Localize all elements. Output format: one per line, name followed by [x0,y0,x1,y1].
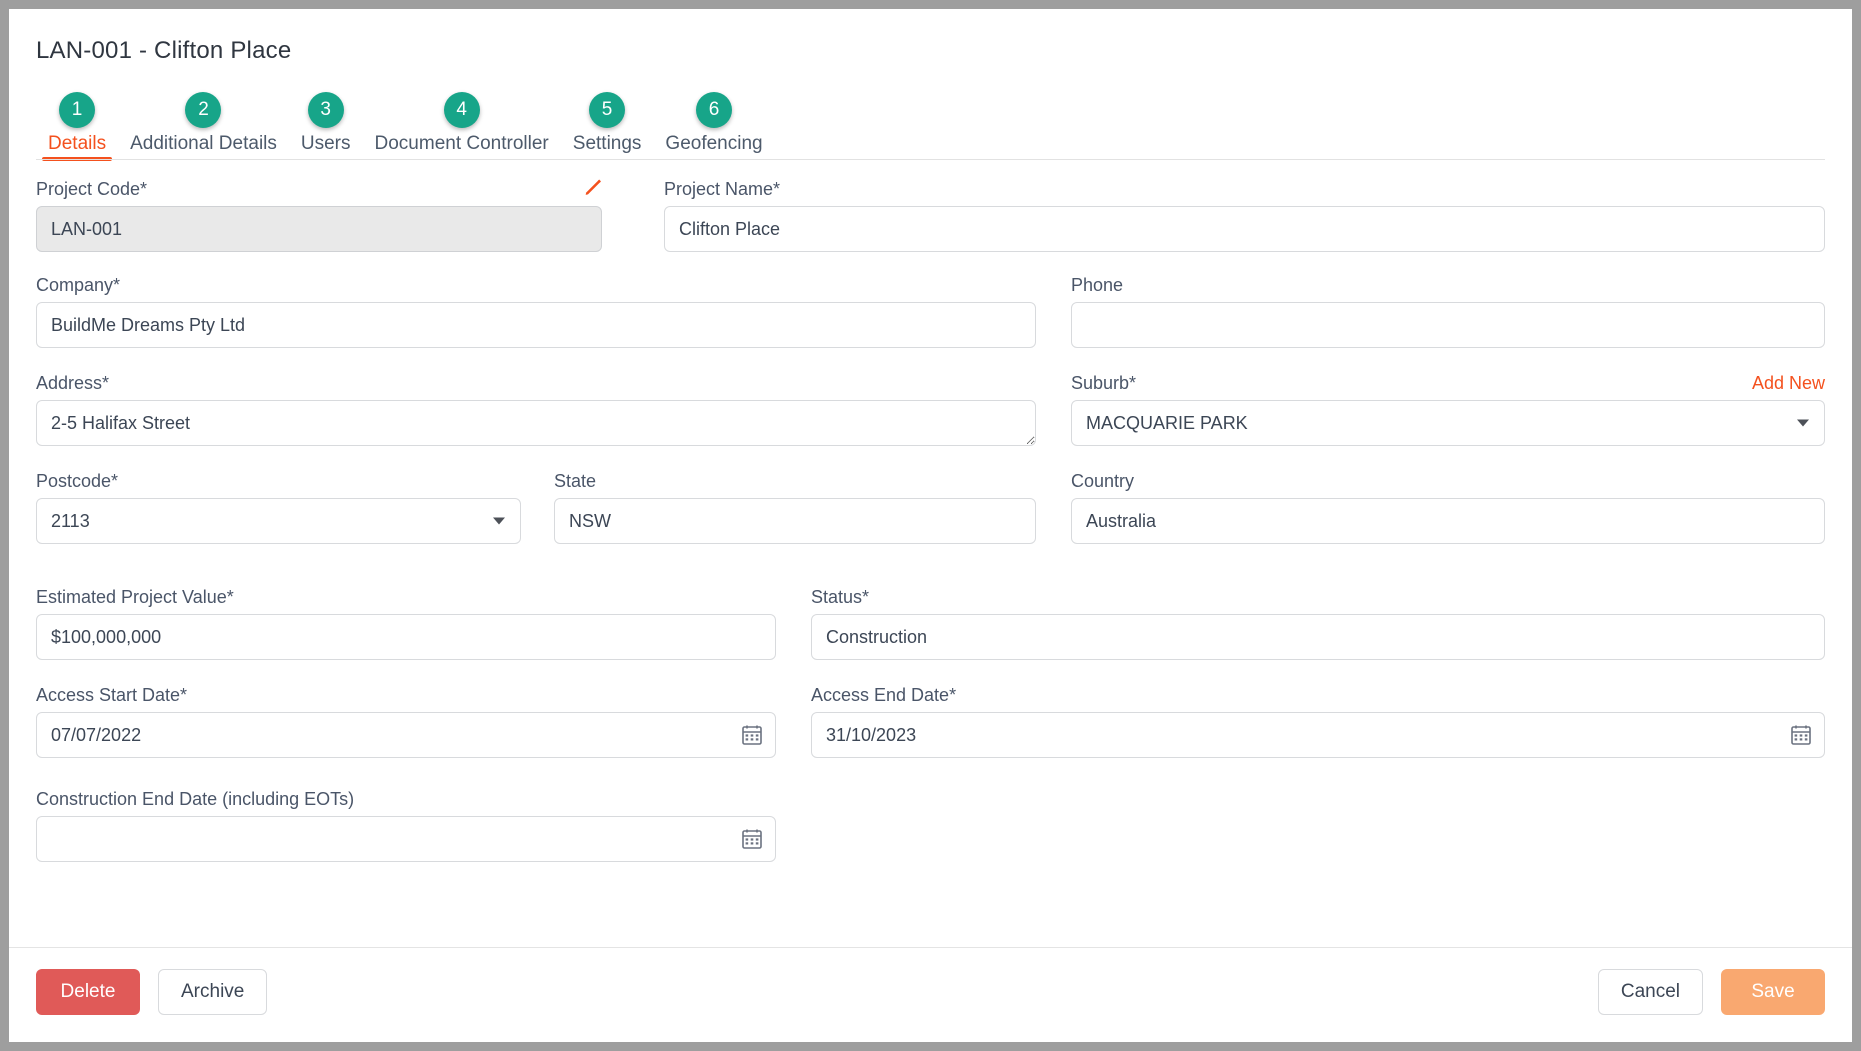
field-postcode: Postcode* [36,471,521,544]
page-title: LAN-001 - Clifton Place [36,37,292,64]
tab-details-badge: 1 [59,92,96,128]
tab-additional-details-label: Additional Details [130,133,277,154]
calendar-icon[interactable] [1789,723,1813,747]
form-row-identity: Project Code* Project Name* [36,179,1825,259]
field-phone: Phone [1071,275,1825,348]
project-code-input[interactable] [36,206,602,252]
form-row-access-dates: Access Start Date* 07/07/2022 Access End… [36,685,1825,773]
tab-users-badge: 3 [307,92,344,128]
pencil-icon[interactable] [582,177,604,199]
postcode-select-wrapper [36,498,521,544]
tab-users-label: Users [300,133,351,154]
field-construction-end-date: Construction End Date (including EOTs) [36,789,776,862]
details-form: Project Code* Project Name* Company* [36,179,1825,893]
field-country: Country [1071,471,1825,544]
address-textarea[interactable]: 2-5 Halifax Street [36,400,1036,446]
archive-button[interactable]: Archive [158,969,268,1015]
cancel-button[interactable]: Cancel [1597,969,1703,1015]
suburb-select[interactable] [1071,400,1825,446]
state-input[interactable] [554,498,1036,544]
state-label: State [554,471,597,491]
status-label: Status* [811,587,870,607]
access-start-date-label: Access Start Date* [36,685,188,705]
tab-document-controller-badge: 4 [443,92,480,128]
access-end-date-wrapper [811,712,1825,758]
field-estimated-project-value: Estimated Project Value* [36,587,776,660]
postcode-select[interactable] [36,498,521,544]
field-suburb: Suburb* Add New [1071,373,1825,446]
form-row-location: Postcode* State Country [36,471,1825,553]
save-button[interactable]: Save [1721,969,1825,1015]
tab-settings-label: Settings [572,133,642,154]
tab-geofencing[interactable]: 6 Geofencing [653,92,774,161]
form-actions: Delete Archive Cancel Save [36,969,1825,1029]
access-start-date-input[interactable] [36,712,776,758]
project-name-label: Project Name* [664,179,781,199]
suburb-select-wrapper [1071,400,1825,446]
estimated-project-value-input[interactable] [36,614,776,660]
form-row-company: Company* Phone [36,275,1825,357]
country-label: Country [1071,471,1135,491]
tab-additional-details-badge: 2 [185,92,222,128]
delete-button[interactable]: Delete [36,969,140,1015]
tab-details[interactable]: 1 Details [36,92,118,161]
field-project-name: Project Name* [664,179,1825,252]
tab-details-label: Details [48,133,107,154]
field-access-start-date: Access Start Date* [36,685,776,758]
form-row-address: Address* 2-5 Halifax Street Suburb* Add … [36,373,1825,455]
footer-left-actions: Delete Archive [36,969,268,1015]
tab-additional-details[interactable]: 2 Additional Details [118,92,289,161]
company-input[interactable] [36,302,1036,348]
suburb-label: Suburb* [1071,373,1137,393]
access-start-date-wrapper [36,712,776,758]
construction-end-date-wrapper [36,816,776,862]
tab-bar: 1 Details 2 Additional Details 3 Users 4… [36,71,775,161]
tab-users[interactable]: 3 Users [289,92,363,161]
footer-right-actions: Cancel Save [1597,969,1825,1015]
country-input[interactable] [1071,498,1825,544]
status-input[interactable] [811,614,1825,660]
calendar-icon[interactable] [740,827,764,851]
access-end-date-label: Access End Date* [811,685,957,705]
tab-document-controller[interactable]: 4 Document Controller [363,92,561,161]
tab-geofencing-label: Geofencing [665,133,763,154]
postcode-label: Postcode* [36,471,119,491]
tab-settings[interactable]: 5 Settings [561,92,654,161]
field-state: State [554,471,1036,544]
calendar-icon[interactable] [740,723,764,747]
address-label: Address* [36,373,110,393]
tab-geofencing-badge: 6 [696,92,733,128]
field-project-code: Project Code* [36,179,602,252]
project-name-input[interactable] [664,206,1825,252]
phone-label: Phone [1071,275,1124,295]
field-access-end-date: Access End Date* [811,685,1825,758]
form-row-construction-end-date: Construction End Date (including EOTs) [36,789,1825,877]
field-company: Company* [36,275,1036,348]
construction-end-date-label: Construction End Date (including EOTs) [36,789,355,809]
phone-input[interactable] [1071,302,1825,348]
company-label: Company* [36,275,121,295]
add-new-suburb-link[interactable]: Add New [1752,373,1825,394]
construction-end-date-input[interactable] [36,816,776,862]
tab-bar-divider [36,159,1825,160]
tab-document-controller-label: Document Controller [374,133,549,154]
footer-divider [9,947,1852,948]
form-row-value-status: Estimated Project Value* Status* [36,569,1825,669]
access-end-date-input[interactable] [811,712,1825,758]
project-code-label: Project Code* [36,179,148,199]
project-details-window: LAN-001 - Clifton Place 1 Details 2 Addi… [9,9,1852,1042]
field-address: Address* 2-5 Halifax Street [36,373,1036,451]
field-status: Status* [811,587,1825,660]
tab-settings-badge: 5 [589,92,626,128]
estimated-project-value-label: Estimated Project Value* [36,587,234,607]
